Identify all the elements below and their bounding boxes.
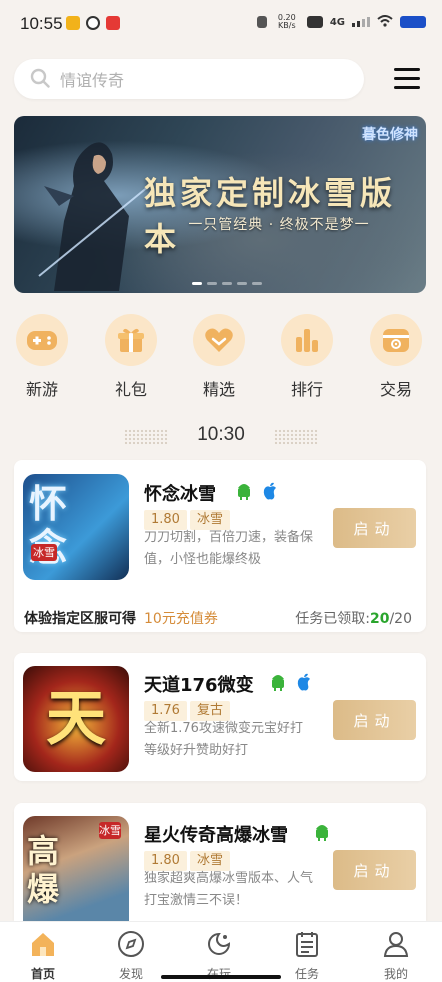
- task-label: 任务已领取:: [295, 611, 370, 627]
- banner-pagination: [192, 282, 262, 285]
- banner-dot[interactable]: [252, 282, 262, 285]
- battery-icon: [400, 16, 426, 28]
- game-card[interactable]: 怀念 冰雪 怀念冰雪 1.80 冰雪 刀刀切割，百倍刀速，装备保值，小怪也能爆终…: [14, 460, 426, 632]
- wifi-icon: [377, 14, 393, 30]
- status-time: 10:55: [20, 14, 63, 33]
- tab-label: 任务: [294, 967, 319, 981]
- banner-dot[interactable]: [207, 282, 217, 285]
- game-icon: 高爆 冰雪: [23, 816, 129, 921]
- heart-icon: [193, 314, 245, 366]
- promo-text: 体验指定区服可得 10元充值券: [24, 608, 218, 628]
- bar-chart-icon: [281, 314, 333, 366]
- category-row: 新游 礼包 精选 排行 交易: [0, 314, 442, 399]
- notification-icons: [66, 16, 120, 30]
- tab-label: 发现: [118, 967, 143, 981]
- game-card[interactable]: 天 天道176微变 1.76 复古 全新1.76攻速微变元宝好打等级好升赞助好打…: [14, 653, 426, 781]
- bottom-tab-bar: 首页 发现 在玩 任务 我的: [0, 921, 442, 982]
- platform-icons: [236, 482, 278, 500]
- hd-icon: [306, 16, 323, 28]
- game-name: 怀念冰雪: [144, 484, 216, 505]
- tab-label: 在玩: [206, 967, 231, 981]
- android-icon: [272, 675, 284, 691]
- launch-button[interactable]: 启动: [333, 508, 416, 548]
- category-trade[interactable]: 交易: [361, 314, 431, 400]
- banner-dot[interactable]: [237, 282, 247, 285]
- game-logo: 暮色修神: [362, 127, 418, 143]
- tab-profile[interactable]: 我的: [361, 930, 431, 982]
- tab-tasks[interactable]: 任务: [272, 930, 342, 982]
- category-new-games[interactable]: 新游: [7, 314, 77, 400]
- compass-icon: [118, 931, 144, 957]
- tab-label: 首页: [30, 967, 55, 981]
- platform-icons: [314, 823, 330, 841]
- game-description: 刀刀切割，百倍刀速，装备保值，小怪也能爆终极: [144, 530, 314, 567]
- platform-icons: [270, 673, 312, 691]
- search-icon: [30, 68, 50, 88]
- apple-icon: [297, 673, 310, 691]
- gift-icon: [105, 314, 157, 366]
- task-total: /20: [389, 611, 412, 627]
- game-icon-text: 天: [46, 684, 106, 754]
- vibrate-icon: [256, 16, 267, 28]
- task-done-count: 20: [369, 611, 390, 627]
- category-featured[interactable]: 精选: [184, 314, 254, 400]
- tab-discover[interactable]: 发现: [96, 930, 166, 982]
- home-indicator: [161, 975, 281, 979]
- category-label: 精选: [202, 380, 235, 399]
- game-name: 星火传奇高爆冰雪: [144, 825, 288, 846]
- category-label: 排行: [290, 380, 323, 399]
- category-ranking[interactable]: 排行: [272, 314, 342, 400]
- signal-icon: [352, 17, 370, 27]
- tab-label: 我的: [383, 967, 408, 981]
- status-bar: 10:55 0.20 KB/s 4G: [0, 0, 442, 50]
- app-notification-icon: [86, 16, 100, 30]
- android-icon: [238, 484, 250, 500]
- tab-home[interactable]: 首页: [8, 930, 78, 982]
- menu-button[interactable]: [394, 68, 420, 90]
- dot-decoration: [274, 429, 318, 445]
- launch-button[interactable]: 启动: [333, 850, 416, 890]
- banner-dot[interactable]: [192, 282, 202, 285]
- section-time: 10:30: [197, 424, 245, 445]
- android-icon: [316, 825, 328, 841]
- home-icon: [32, 933, 54, 956]
- banner-subtitle: 一只管经典 · 终极不是梦一: [188, 217, 370, 233]
- net-speed: 0.20 KB/s: [277, 13, 296, 30]
- game-icon-text: 高爆: [27, 832, 60, 908]
- promo-banner[interactable]: 独家定制冰雪版本 一只管经典 · 终极不是梦一 暮色修神: [14, 116, 426, 293]
- profile-icon: [383, 932, 409, 957]
- game-name: 天道176微变: [144, 675, 254, 696]
- banner-dot[interactable]: [222, 282, 232, 285]
- game-description: 独家超爽高爆冰雪版本、人气打宝激情三不误！: [144, 871, 314, 908]
- launch-button[interactable]: 启动: [333, 700, 416, 740]
- apple-icon: [263, 482, 276, 500]
- task-progress: 任务已领取:20/20: [295, 608, 412, 628]
- category-label: 新游: [25, 380, 58, 399]
- game-description: 全新1.76攻速微变元宝好打等级好升赞助好打: [144, 721, 303, 758]
- promo-label: 体验指定区服可得: [24, 611, 136, 627]
- game-icon-badge: 冰雪: [31, 544, 57, 561]
- category-label: 交易: [379, 380, 412, 399]
- category-label: 礼包: [114, 380, 147, 399]
- task-list-icon: [296, 932, 318, 957]
- search-bar[interactable]: [14, 59, 364, 101]
- category-gift[interactable]: 礼包: [96, 314, 166, 400]
- playing-icon: [208, 932, 231, 955]
- network-type: 4G: [329, 16, 345, 28]
- game-icon: 天: [23, 666, 129, 772]
- coupon-text[interactable]: 10元充值券: [144, 611, 218, 627]
- app-notification-icon: [66, 16, 80, 30]
- trade-icon: [370, 314, 422, 366]
- status-right: 0.20 KB/s 4G: [256, 13, 426, 30]
- app-notification-icon: [106, 16, 120, 30]
- search-input[interactable]: [58, 59, 352, 101]
- game-card[interactable]: 高爆 冰雪 星火传奇高爆冰雪 1.80 冰雪 独家超爽高爆冰雪版本、人气打宝激情…: [14, 803, 426, 921]
- game-icon: 怀念 冰雪: [23, 474, 129, 580]
- warrior-illustration: [38, 142, 150, 291]
- game-icon-badge: 冰雪: [99, 822, 121, 839]
- gamepad-icon: [16, 314, 68, 366]
- time-section-header: 10:30: [0, 424, 442, 450]
